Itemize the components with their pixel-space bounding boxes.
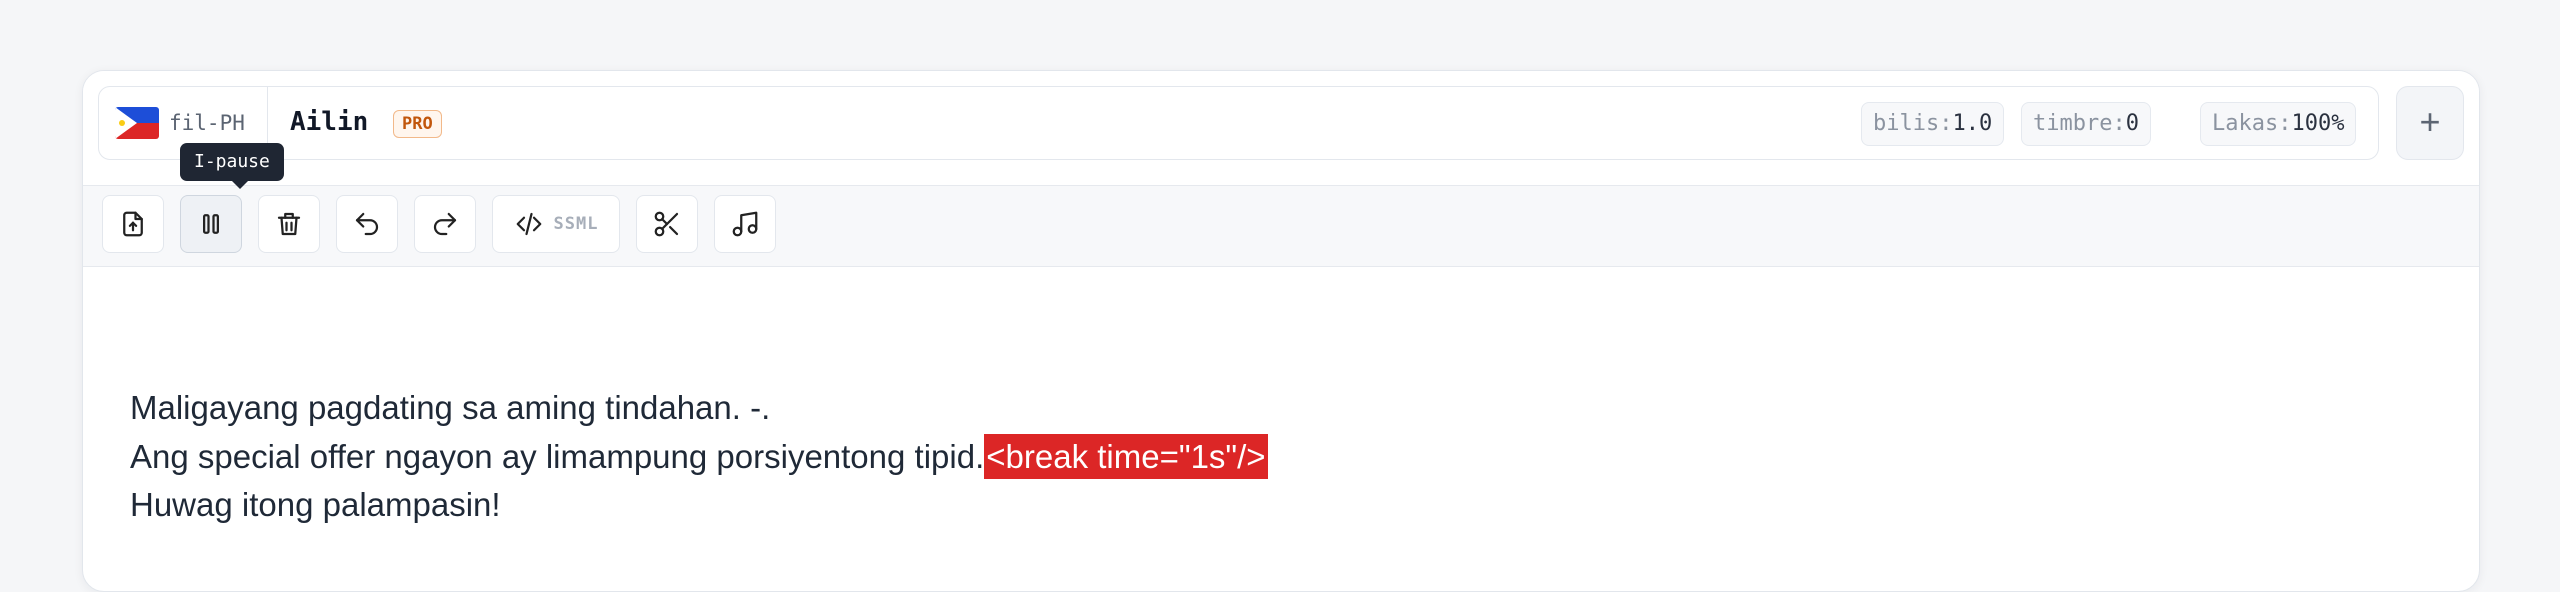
editor-line-1: Maligayang pagdating sa aming tindahan. … bbox=[130, 389, 771, 426]
ssml-break-tag[interactable]: <break time="1s"/> bbox=[984, 434, 1268, 479]
speed-value: 1.0 bbox=[1952, 111, 1993, 136]
add-button[interactable]: + bbox=[2396, 86, 2464, 160]
code-icon bbox=[516, 212, 541, 236]
ssml-button[interactable]: SSML bbox=[492, 195, 620, 253]
toolbar: SSML bbox=[83, 185, 2479, 267]
pause-icon bbox=[203, 214, 219, 234]
speed-param[interactable]: bilis:1.0 bbox=[1861, 102, 2005, 146]
music-icon bbox=[732, 211, 758, 237]
voice-selector[interactable]: fil-PH Ailin PRO bilis:1.0 timbre:0 Laka… bbox=[98, 86, 2379, 160]
undo-icon bbox=[355, 212, 379, 236]
timbre-label: timbre: bbox=[2033, 111, 2126, 136]
redo-button[interactable] bbox=[414, 195, 476, 253]
volume-value: 100% bbox=[2291, 111, 2345, 136]
pro-badge: PRO bbox=[393, 110, 442, 138]
locale-code: fil-PH bbox=[169, 111, 245, 135]
music-button[interactable] bbox=[714, 195, 776, 253]
editor-line-3: Huwag itong palampasin! bbox=[130, 486, 501, 523]
undo-button[interactable] bbox=[336, 195, 398, 253]
editor-line-2: Ang special offer ngayon ay limampung po… bbox=[130, 434, 1268, 479]
text-editor[interactable]: Maligayang pagdating sa aming tindahan. … bbox=[83, 267, 2479, 591]
scissors-icon bbox=[654, 211, 679, 237]
voice-name: Ailin bbox=[290, 107, 369, 137]
editor-line-2-text: Ang special offer ngayon ay limampung po… bbox=[130, 438, 985, 475]
speed-label: bilis: bbox=[1873, 111, 1953, 136]
upload-icon bbox=[123, 211, 143, 237]
timbre-value: 0 bbox=[2125, 111, 2139, 136]
ssml-label: SSML bbox=[553, 214, 599, 234]
voice-header: fil-PH Ailin PRO bilis:1.0 timbre:0 Laka… bbox=[83, 71, 2479, 185]
timbre-param[interactable]: timbre:0 bbox=[2021, 102, 2151, 146]
cut-button[interactable] bbox=[636, 195, 698, 253]
redo-icon bbox=[433, 212, 457, 236]
trash-icon bbox=[277, 212, 301, 236]
pause-button[interactable] bbox=[180, 195, 242, 253]
pause-tooltip: I-pause bbox=[180, 143, 284, 189]
volume-label: Lakas: bbox=[2212, 111, 2292, 136]
volume-param[interactable]: Lakas:100% bbox=[2200, 102, 2357, 146]
philippines-flag-icon bbox=[115, 107, 159, 139]
delete-button[interactable] bbox=[258, 195, 320, 253]
editor-card: fil-PH Ailin PRO bilis:1.0 timbre:0 Laka… bbox=[82, 70, 2480, 592]
upload-button[interactable] bbox=[102, 195, 164, 253]
